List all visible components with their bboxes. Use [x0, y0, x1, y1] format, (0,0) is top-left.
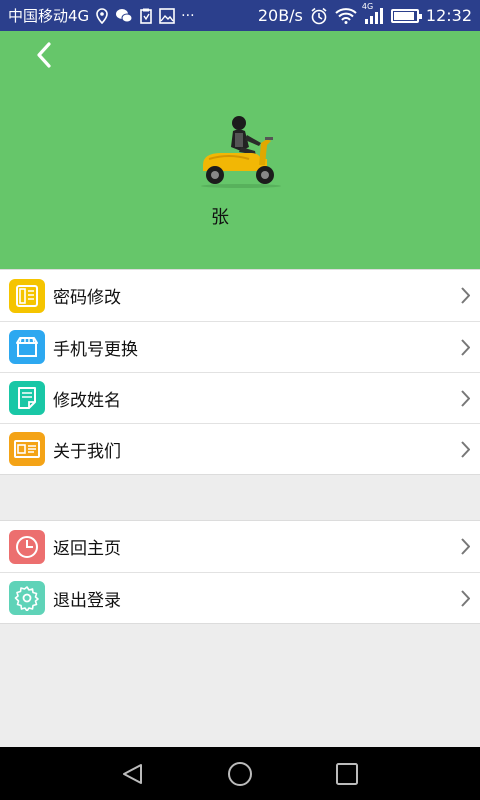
- nav-back-button[interactable]: [120, 761, 146, 787]
- chevron-right-icon: [461, 590, 470, 607]
- gear-icon: [9, 581, 45, 615]
- chevron-left-icon: [37, 42, 51, 68]
- image-icon: [159, 7, 175, 24]
- menu-item-label: 退出登录: [53, 590, 121, 611]
- location-icon: [96, 7, 108, 24]
- alarm-icon: [311, 7, 327, 24]
- menu-item-label: 手机号更换: [53, 339, 138, 360]
- triangle-back-icon: [123, 764, 142, 784]
- nav-home-button[interactable]: [227, 761, 253, 787]
- scooter-rider-avatar: [201, 116, 281, 188]
- menu-item-logout[interactable]: 退出登录: [0, 572, 480, 623]
- system-navigation-bar: [0, 747, 480, 800]
- back-button[interactable]: [28, 39, 60, 71]
- menu-item-change-phone[interactable]: 手机号更换: [0, 321, 480, 372]
- circle-home-icon: [228, 762, 252, 786]
- navigation-menu-group: 返回主页 退出登录: [0, 520, 480, 624]
- chevron-right-icon: [461, 441, 470, 458]
- menu-item-change-password[interactable]: 密码修改: [0, 270, 480, 321]
- edit-document-icon: [9, 381, 45, 415]
- settings-menu-group: 密码修改 手机号更换 修改姓名 关于我们: [0, 269, 480, 475]
- network-type-label: 4G: [361, 1, 374, 11]
- carrier-label: 中国移动4G: [8, 7, 90, 25]
- chevron-right-icon: [461, 339, 470, 356]
- menu-item-about-us[interactable]: 关于我们: [0, 423, 480, 474]
- more-notifications-icon: ···: [181, 7, 195, 24]
- profile-header: 张: [0, 31, 480, 269]
- square-recents-icon: [336, 763, 358, 785]
- menu-item-back-home[interactable]: 返回主页: [0, 521, 480, 572]
- menu-item-label: 关于我们: [53, 441, 121, 462]
- clipboard-icon: [140, 8, 152, 24]
- chevron-right-icon: [461, 538, 470, 555]
- menu-item-label: 密码修改: [53, 288, 121, 308]
- clock-time: 12:32: [425, 6, 472, 25]
- nav-recents-button[interactable]: [334, 761, 360, 787]
- status-bar: 中国移动4G ··· 20B/s 4G 12:32: [0, 0, 480, 31]
- wechat-icon: [116, 8, 133, 22]
- menu-item-change-name[interactable]: 修改姓名: [0, 372, 480, 423]
- battery-icon: [390, 8, 422, 23]
- menu-item-label: 返回主页: [53, 539, 121, 559]
- wifi-icon: [335, 7, 357, 24]
- network-speed: 20B/s: [257, 6, 303, 25]
- username: 张: [211, 207, 229, 228]
- id-card-icon: [9, 432, 45, 466]
- document-grid-icon: [9, 278, 45, 313]
- menu-item-label: 修改姓名: [53, 390, 121, 411]
- notification-icons: ···: [95, 7, 195, 24]
- clock-icon: [9, 529, 45, 564]
- chevron-right-icon: [461, 287, 470, 304]
- store-icon: [9, 330, 45, 364]
- chevron-right-icon: [461, 390, 470, 407]
